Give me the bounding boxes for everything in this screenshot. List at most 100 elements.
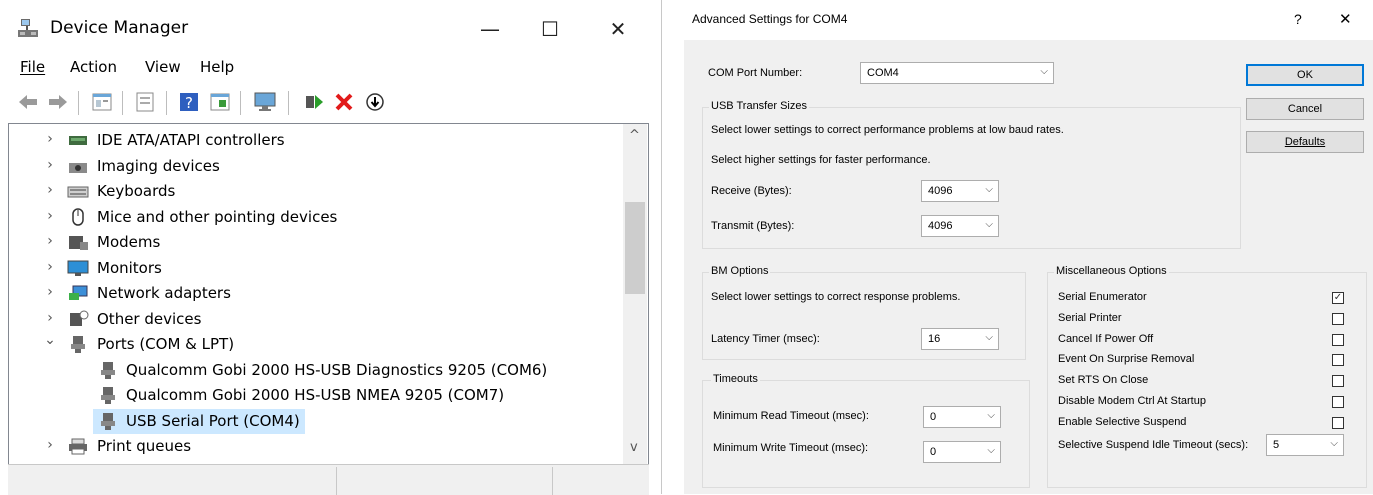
chevron-right-icon[interactable]: › [43, 259, 57, 275]
menu-file[interactable]: File [20, 58, 45, 76]
dialog-close-button[interactable]: ✕ [1339, 10, 1352, 28]
chevron-down-icon: ⌵ [1040, 66, 1048, 77]
chevron-down-icon: ⌵ [987, 410, 995, 421]
scrollbar-thumb[interactable] [625, 202, 645, 294]
menu-help[interactable]: Help [200, 58, 234, 76]
chevron-down-icon: ⌵ [1330, 438, 1338, 449]
close-button[interactable]: ✕ [598, 14, 638, 44]
cancel-button[interactable]: Cancel [1246, 98, 1364, 120]
chevron-right-icon[interactable]: › [43, 157, 57, 173]
min-read-select[interactable]: 0 ⌵ [923, 406, 1001, 428]
tree-item-label: Other devices [97, 309, 202, 328]
transmit-label: Transmit (Bytes): [711, 220, 795, 232]
maximize-button[interactable]: ☐ [530, 14, 570, 44]
chevron-right-icon[interactable]: › [43, 284, 57, 300]
latency-value: 16 [928, 333, 941, 345]
chevron-right-icon[interactable]: › [43, 437, 57, 453]
tree-item-label: Network adapters [97, 284, 231, 302]
tree-item[interactable]: › Monitors [9, 256, 609, 281]
bm-group-title: BM Options [709, 265, 771, 277]
tree-item[interactable]: Qualcomm Gobi 2000 HS-USB NMEA 9205 (COM… [9, 383, 609, 408]
tree-item-label: IDE ATA/ATAPI controllers [97, 131, 285, 149]
device-tree[interactable]: › IDE ATA/ATAPI controllers › Imaging devic… [8, 123, 649, 465]
misc-option-checkbox[interactable] [1332, 416, 1344, 429]
tree-item[interactable]: › Modems [9, 230, 609, 255]
help-icon[interactable]: ? [177, 90, 201, 114]
latency-label: Latency Timer (msec): [711, 333, 820, 345]
ide-controller-icon [69, 136, 87, 145]
disable-device-icon[interactable] [363, 90, 387, 114]
mouse-icon [72, 207, 84, 226]
chevron-right-icon[interactable]: › [43, 182, 57, 198]
menu-view[interactable]: View [145, 58, 181, 76]
tree-item[interactable]: › Print queues [9, 434, 609, 459]
tree-item[interactable]: ⌄ Ports (COM & LPT) [9, 332, 609, 357]
tree-item[interactable]: › Network adapters [9, 281, 609, 306]
update-driver-icon[interactable] [208, 90, 232, 114]
toolbar: ? [0, 85, 661, 121]
properties-icon[interactable] [90, 90, 114, 114]
chevron-right-icon[interactable]: › [43, 233, 57, 249]
chevron-down-icon[interactable]: ⌄ [43, 332, 57, 348]
scroll-down-arrow[interactable]: v [630, 440, 638, 455]
tree-item[interactable]: USB Serial Port (COM4) [93, 408, 305, 434]
port-icon [71, 336, 85, 353]
chevron-down-icon: ⌵ [985, 332, 993, 343]
tree-item[interactable]: Qualcomm Gobi 2000 HS-USB Diagnostics 92… [9, 358, 609, 383]
tree-item[interactable]: › Keyboards [9, 179, 609, 204]
tree-item-label: Imaging devices [97, 156, 220, 175]
scroll-up-arrow[interactable]: ^ [629, 128, 640, 143]
min-write-select[interactable]: 0 ⌵ [923, 441, 1001, 463]
view-icon[interactable] [133, 90, 157, 114]
misc-option-label: Event On Surprise Removal [1058, 353, 1195, 366]
enable-device-icon[interactable] [302, 90, 326, 114]
chevron-right-icon[interactable]: › [43, 310, 57, 326]
misc-option-checkbox[interactable]: ✓ [1332, 292, 1344, 304]
timeouts-group-title: Timeouts [711, 373, 760, 385]
help-button[interactable]: ? [1294, 11, 1302, 27]
forward-icon[interactable] [46, 90, 70, 114]
back-icon[interactable] [16, 90, 40, 114]
chevron-right-icon[interactable]: › [43, 208, 57, 224]
device-manager-window: Device Manager — ☐ ✕ File Action View He… [0, 0, 662, 495]
receive-select[interactable]: 4096 ⌵ [921, 180, 999, 202]
min-write-value: 0 [930, 446, 937, 458]
tree-item[interactable]: › IDE ATA/ATAPI controllers [9, 128, 609, 153]
port-icon [101, 412, 115, 430]
ok-button[interactable]: OK [1246, 64, 1364, 86]
tree-item-label: Keyboards [97, 182, 176, 200]
unknown-device-icon [70, 310, 89, 326]
printer-icon [69, 438, 87, 455]
transmit-select[interactable]: 4096 ⌵ [921, 215, 999, 237]
modem-icon [69, 236, 88, 250]
misc-option-checkbox[interactable] [1332, 396, 1344, 408]
minimize-button[interactable]: — [470, 14, 510, 44]
tree-item-label: Mice and other pointing devices [97, 207, 338, 226]
misc-option-checkbox[interactable] [1332, 312, 1344, 325]
uninstall-icon[interactable] [332, 90, 356, 114]
tree-item[interactable]: › Mice and other pointing devices [9, 205, 609, 230]
tree-item-label: Qualcomm Gobi 2000 HS-USB NMEA 9205 (COM… [126, 386, 505, 404]
misc-group-title: Miscellaneous Options [1054, 265, 1169, 277]
device-manager-icon [18, 19, 38, 37]
misc-option-checkbox[interactable] [1332, 375, 1344, 388]
usb-group-title: USB Transfer Sizes [709, 100, 809, 112]
menu-action[interactable]: Action [70, 58, 117, 76]
suspend-timeout-select[interactable]: 5 ⌵ [1266, 434, 1344, 456]
receive-label: Receive (Bytes): [711, 185, 792, 197]
com-port-select[interactable]: COM4 ⌵ [860, 62, 1054, 84]
misc-option-label: Set RTS On Close [1058, 374, 1149, 387]
scan-hardware-icon[interactable] [253, 90, 277, 114]
defaults-button[interactable]: Defaults [1246, 131, 1364, 153]
dialog-title: Advanced Settings for COM4 [692, 12, 848, 26]
latency-select[interactable]: 16 ⌵ [921, 328, 999, 350]
usb-transfer-group: USB Transfer Sizes Select lower settings… [702, 100, 1241, 249]
misc-option-checkbox[interactable] [1332, 354, 1344, 367]
misc-option-checkbox[interactable] [1332, 333, 1344, 346]
tree-item[interactable]: › Other devices [9, 307, 609, 332]
chevron-right-icon[interactable]: › [43, 131, 57, 147]
receive-value: 4096 [928, 185, 953, 197]
tree-item[interactable]: › Imaging devices [9, 154, 609, 179]
timeouts-group: Timeouts Minimum Read Timeout (msec): 0 … [702, 373, 1030, 488]
vertical-scrollbar[interactable]: ^ v [623, 124, 647, 464]
